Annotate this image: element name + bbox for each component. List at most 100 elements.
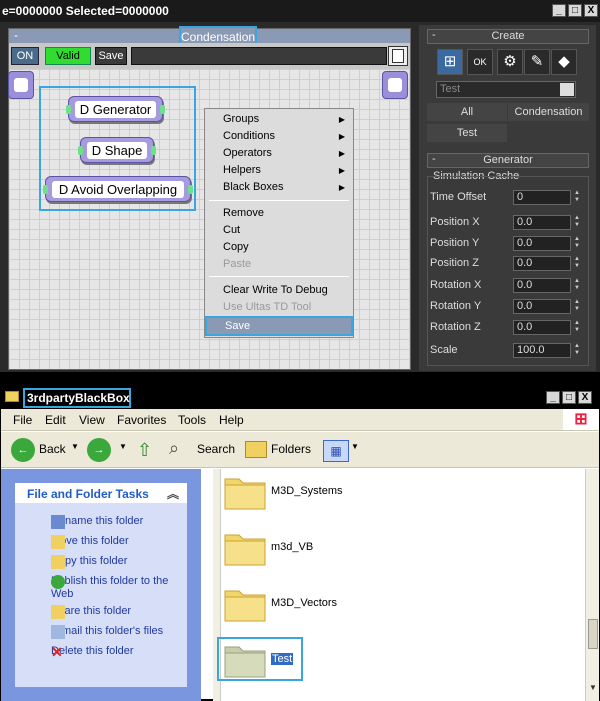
dropdown-arrow-icon[interactable]: ▼ [351, 442, 359, 451]
menu-save[interactable]: Save [205, 316, 353, 336]
submenu-arrow-icon: ▶ [338, 132, 345, 141]
menu-conditions[interactable]: Conditions ▶ [205, 128, 353, 145]
up-folder-icon[interactable]: ⇧ [137, 440, 159, 462]
forward-arrow-icon[interactable]: → [87, 438, 111, 462]
box-icon[interactable]: ◆ [551, 49, 577, 75]
gear-icon[interactable]: ⚙ [497, 49, 523, 75]
spinner-icon[interactable]: ▲ ▼ [572, 278, 582, 293]
spinner-icon[interactable]: ▲ ▼ [572, 215, 582, 230]
menu-favorites[interactable]: Favorites [117, 413, 166, 427]
position-x-field[interactable]: 0.0 [513, 215, 571, 230]
task-publish[interactable]: Publish this folder to the Web [27, 575, 187, 601]
menu-operators[interactable]: Operators ▶ [205, 145, 353, 162]
menu-paste[interactable]: Paste [205, 256, 353, 273]
menu-groups[interactable]: Groups ▶ [205, 111, 353, 128]
menu-file[interactable]: File [13, 413, 32, 427]
generator-rollout-header[interactable]: - Generator [427, 153, 589, 168]
input-port[interactable] [8, 71, 34, 99]
param-label: Rotation Y [430, 300, 482, 312]
back-button[interactable]: Back [39, 442, 66, 456]
folders-icon[interactable] [245, 441, 267, 458]
folder-name-selected[interactable]: Test [271, 653, 294, 665]
scroll-thumb[interactable] [588, 619, 598, 649]
node-shape[interactable]: D Shape [78, 137, 156, 163]
dropdown-arrow-icon[interactable]: ▼ [119, 442, 127, 451]
on-toggle[interactable]: ON [11, 47, 39, 65]
output-port[interactable] [382, 71, 408, 99]
task-delete[interactable]: ✕ Delete this folder [27, 645, 134, 659]
save-toolbar-button[interactable]: Save [95, 47, 127, 65]
ok-icon[interactable]: OK [467, 49, 493, 75]
collapse-toggle[interactable]: - [432, 29, 436, 42]
menu-cut[interactable]: Cut [205, 222, 353, 239]
task-move[interactable]: Move this folder [27, 535, 129, 549]
maximize-button[interactable]: □ [562, 391, 576, 404]
menu-helpers[interactable]: Helpers ▶ [205, 162, 353, 179]
task-email[interactable]: E-mail this folder's files [27, 625, 163, 639]
close-button[interactable]: X [578, 391, 592, 404]
spinner-icon[interactable]: ▲ ▼ [572, 256, 582, 271]
search-button[interactable]: Search [197, 442, 235, 456]
time-offset-field[interactable]: 0 [513, 190, 571, 205]
views-icon[interactable]: ▦ [323, 440, 349, 462]
folder-icon[interactable] [223, 527, 267, 567]
menu-black-boxes[interactable]: Black Boxes ▶ [205, 179, 353, 196]
minimize-button[interactable]: _ [546, 391, 560, 404]
task-rename[interactable]: Rename this folder [27, 515, 143, 529]
spinner-icon[interactable]: ▲ ▼ [572, 299, 582, 314]
menu-use-ultas-td-tool[interactable]: Use Ultas TD Tool [205, 299, 353, 316]
spinner-icon[interactable]: ▲ ▼ [572, 190, 582, 205]
folder-name[interactable]: M3D_Systems [271, 485, 343, 497]
spinner-icon[interactable]: ▲ ▼ [572, 343, 582, 358]
all-button[interactable]: All [427, 103, 507, 121]
task-share[interactable]: Share this folder [27, 605, 131, 619]
scale-field[interactable]: 100.0 [513, 343, 571, 358]
spinner-icon[interactable]: ▲ ▼ [572, 236, 582, 251]
condensation-button[interactable]: Condensation [508, 103, 589, 121]
rotation-y-field[interactable]: 0.0 [513, 299, 571, 314]
menu-tools[interactable]: Tools [178, 413, 206, 427]
editor-input-bar[interactable] [131, 47, 387, 65]
menu-edit[interactable]: Edit [45, 413, 66, 427]
create-rollout-header[interactable]: - Create [427, 29, 589, 44]
close-button[interactable]: X [584, 4, 598, 17]
dropdown-arrow-icon[interactable]: ▼ [71, 442, 79, 451]
create-node-icon[interactable]: ⊞ [437, 49, 463, 75]
menu-copy[interactable]: Copy [205, 239, 353, 256]
node-avoid-overlapping[interactable]: D Avoid Overlapping [43, 176, 193, 202]
menu-view[interactable]: View [79, 413, 105, 427]
position-z-field[interactable]: 0.0 [513, 256, 571, 271]
tasks-header[interactable]: File and Folder Tasks ︽ [15, 483, 187, 503]
folder-icon[interactable] [223, 471, 267, 511]
menu-help[interactable]: Help [219, 413, 244, 427]
collapse-toggle[interactable]: - [432, 153, 436, 166]
rotation-x-field[interactable]: 0.0 [513, 278, 571, 293]
rotation-z-field[interactable]: 0.0 [513, 320, 571, 335]
menu-separator [209, 276, 349, 277]
collapse-chevron-icon[interactable]: ︽ [167, 485, 179, 502]
menu-clear-write-to-debug[interactable]: Clear Write To Debug [205, 282, 353, 299]
wrench-icon[interactable]: ✎ [524, 49, 550, 75]
scroll-down-icon[interactable]: ▼ [587, 683, 599, 695]
editor-page-icon[interactable] [388, 46, 408, 66]
task-copy[interactable]: Copy this folder [27, 555, 127, 569]
folder-icon[interactable] [223, 583, 267, 623]
test-name-field[interactable]: Test [436, 81, 576, 98]
spinner-icon[interactable]: ▲ ▼ [572, 320, 582, 335]
node-generator[interactable]: D Generator [66, 96, 165, 122]
search-icon[interactable]: ⌕ [169, 438, 193, 462]
menu-remove[interactable]: Remove [205, 205, 353, 222]
back-arrow-icon[interactable]: ← [11, 438, 35, 462]
right-scrollbar[interactable]: ▼ [585, 469, 599, 701]
color-swatch[interactable] [560, 83, 574, 96]
minimize-button[interactable]: _ [552, 4, 566, 17]
test-button[interactable]: Test [427, 124, 507, 142]
folders-button[interactable]: Folders [271, 442, 311, 456]
maximize-button[interactable]: □ [568, 4, 582, 17]
folder-icon[interactable] [223, 639, 267, 679]
folder-name[interactable]: m3d_VB [271, 541, 313, 553]
folder-name[interactable]: M3D_Vectors [271, 597, 337, 609]
position-y-field[interactable]: 0.0 [513, 236, 571, 251]
explorer-title-bar: 3rdpartyBlackBox _ □ X [1, 385, 599, 409]
collapse-toggle[interactable]: - [14, 28, 18, 42]
